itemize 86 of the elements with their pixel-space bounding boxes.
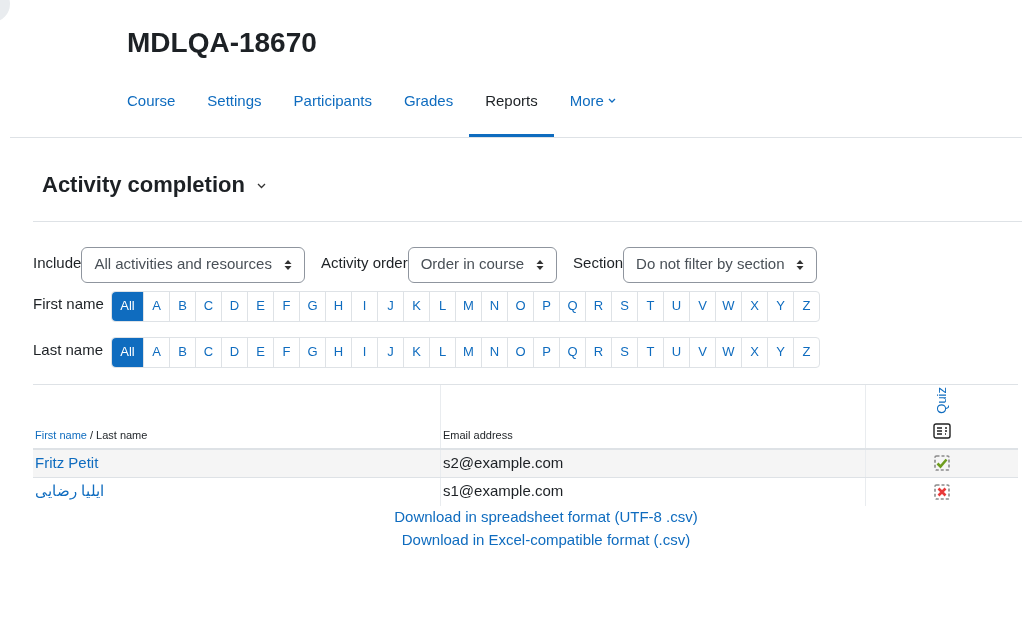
initial-letter[interactable]: G bbox=[299, 337, 325, 367]
email-cell-text: s1@example.com bbox=[443, 481, 564, 502]
initial-letter[interactable]: J bbox=[377, 337, 403, 367]
initial-letter[interactable]: E bbox=[247, 337, 273, 367]
initial-letter[interactable]: S bbox=[611, 337, 637, 367]
initial-letter[interactable]: O bbox=[507, 291, 533, 321]
first-name-sort-link[interactable]: First name bbox=[35, 427, 87, 444]
email-header: Email address bbox=[440, 384, 865, 448]
initial-letter[interactable]: H bbox=[325, 291, 351, 321]
initial-letter[interactable]: X bbox=[741, 291, 767, 321]
nav-tab[interactable]: Reports bbox=[469, 80, 554, 137]
initial-letter[interactable]: N bbox=[481, 337, 507, 367]
filter-label: Activity order bbox=[320, 252, 408, 273]
initial-letter[interactable]: K bbox=[403, 337, 429, 367]
nav-tab[interactable]: Course bbox=[111, 80, 192, 137]
quiz-icon bbox=[933, 423, 951, 440]
initial-letter[interactable]: E bbox=[247, 291, 273, 321]
initial-letter[interactable]: F bbox=[273, 291, 299, 321]
initial-letter[interactable]: K bbox=[403, 291, 429, 321]
filter-label: Include bbox=[33, 252, 82, 273]
initials-label: First name bbox=[33, 293, 105, 314]
initial-letter[interactable]: I bbox=[351, 337, 377, 367]
initial-letter[interactable]: S bbox=[611, 291, 637, 321]
initial-letter[interactable]: U bbox=[663, 337, 689, 367]
initial-letter[interactable]: Z bbox=[793, 291, 819, 321]
initial-letter[interactable]: M bbox=[455, 291, 481, 321]
user-name-link[interactable]: ایلیا رضایی bbox=[35, 480, 105, 503]
caret-icon[interactable] bbox=[256, 183, 266, 189]
nav-tab[interactable]: Grades bbox=[387, 80, 470, 137]
report-title: Activity completion bbox=[42, 170, 245, 199]
initial-letter[interactable]: L bbox=[429, 291, 455, 321]
initial-letter[interactable]: J bbox=[377, 291, 403, 321]
initial-letter[interactable]: I bbox=[351, 291, 377, 321]
initial-letter[interactable]: O bbox=[507, 337, 533, 367]
initial-letter[interactable]: B bbox=[169, 291, 195, 321]
nav-tab[interactable]: Settings bbox=[191, 80, 278, 137]
initial-letter[interactable]: P bbox=[533, 337, 559, 367]
initial-letter[interactable]: Z bbox=[793, 337, 819, 367]
initial-letter[interactable]: F bbox=[273, 337, 299, 367]
initial-letter[interactable]: Y bbox=[767, 337, 793, 367]
email-cell-text: s2@example.com bbox=[443, 452, 564, 473]
initial-letter[interactable]: X bbox=[741, 337, 767, 367]
filter-select[interactable]: All activities and resources bbox=[81, 246, 305, 283]
filter-select[interactable]: Order in course bbox=[407, 246, 558, 283]
initial-letter[interactable]: N bbox=[481, 291, 507, 321]
sort-arrows-icon bbox=[536, 258, 545, 271]
initial-letter[interactable]: Q bbox=[559, 337, 585, 367]
initial-letter[interactable]: T bbox=[637, 291, 663, 321]
user-name-link[interactable]: Fritz Petit bbox=[35, 451, 99, 475]
download-link[interactable]: Download in Excel-compatible format (.csv) bbox=[401, 529, 691, 550]
initial-letter[interactable]: L bbox=[429, 337, 455, 367]
nav-tab[interactable]: Participants bbox=[277, 80, 388, 137]
filter-select[interactable]: Do not filter by section bbox=[623, 246, 818, 283]
initial-letter[interactable]: V bbox=[689, 291, 715, 321]
initials-label: Last name bbox=[33, 339, 105, 360]
initial-letter[interactable]: G bbox=[299, 291, 325, 321]
course-title: MDLQA-18670 bbox=[127, 26, 317, 60]
initial-letter[interactable]: V bbox=[689, 337, 715, 367]
quiz-header-link[interactable]: Quiz bbox=[935, 386, 949, 414]
initial-letter[interactable]: A bbox=[143, 291, 169, 321]
initial-letter[interactable]: H bbox=[325, 337, 351, 367]
sort-arrows-icon bbox=[796, 258, 805, 271]
initial-letter[interactable]: D bbox=[221, 337, 247, 367]
initial-letter[interactable]: C bbox=[195, 337, 221, 367]
initial-letter[interactable]: B bbox=[169, 337, 195, 367]
initial-letter[interactable]: All bbox=[112, 291, 143, 321]
initial-letter[interactable]: R bbox=[585, 337, 611, 367]
initial-letter[interactable]: Q bbox=[559, 291, 585, 321]
nav-tab[interactable]: More bbox=[553, 80, 632, 137]
initial-letter[interactable]: M bbox=[455, 337, 481, 367]
initial-letter[interactable]: D bbox=[221, 291, 247, 321]
download-link[interactable]: Download in spreadsheet format (UTF-8 .csv) bbox=[394, 506, 698, 527]
initial-letter[interactable]: C bbox=[195, 291, 221, 321]
initial-letter[interactable]: Y bbox=[767, 291, 793, 321]
initial-letter[interactable]: U bbox=[663, 291, 689, 321]
initial-letter[interactable]: All bbox=[112, 337, 143, 367]
sort-arrows-icon bbox=[283, 258, 292, 271]
header-separator: / bbox=[89, 428, 94, 443]
initial-letter[interactable]: W bbox=[715, 291, 741, 321]
caret-icon bbox=[607, 98, 616, 105]
initial-letter[interactable]: A bbox=[143, 337, 169, 367]
filter-label: Section bbox=[573, 252, 624, 273]
initial-letter[interactable]: R bbox=[585, 291, 611, 321]
initial-letter[interactable]: P bbox=[533, 291, 559, 321]
initial-letter[interactable]: T bbox=[637, 337, 663, 367]
initial-letter[interactable]: W bbox=[715, 337, 741, 367]
